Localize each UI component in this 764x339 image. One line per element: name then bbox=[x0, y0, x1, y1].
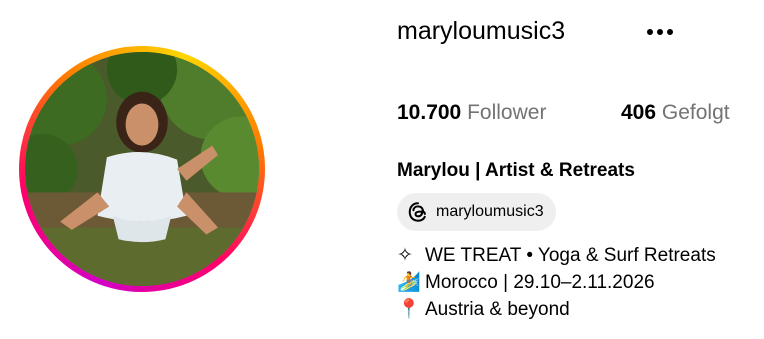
pin-icon: 📍 bbox=[397, 299, 421, 320]
more-dot-icon bbox=[667, 29, 673, 35]
bio-text: Austria & beyond bbox=[425, 299, 570, 320]
display-name: Marylou | Artist & Retreats bbox=[397, 160, 635, 181]
following-stat[interactable]: 406 Gefolgt bbox=[621, 99, 730, 127]
following-label: Gefolgt bbox=[661, 101, 730, 124]
username: maryloumusic3 bbox=[397, 17, 566, 45]
bio: ✧ WE TREAT • Yoga & Surf Retreats 🏄 Moro… bbox=[397, 242, 716, 323]
surfer-icon: 🏄 bbox=[397, 272, 421, 293]
threads-handle: maryloumusic3 bbox=[436, 203, 544, 220]
followers-stat[interactable]: 10.700 Follower bbox=[397, 99, 546, 127]
threads-link[interactable]: maryloumusic3 bbox=[397, 193, 556, 231]
more-dot-icon bbox=[657, 29, 663, 35]
more-options-button[interactable] bbox=[643, 17, 683, 45]
bio-line-1: ✧ WE TREAT • Yoga & Surf Retreats bbox=[397, 242, 716, 269]
threads-icon bbox=[408, 202, 426, 222]
avatar-photo bbox=[25, 52, 259, 286]
more-dot-icon bbox=[647, 29, 653, 35]
bio-line-3: 📍 Austria & beyond bbox=[397, 296, 716, 323]
avatar[interactable] bbox=[25, 52, 259, 286]
bio-text: Morocco | 29.10–2.11.2026 bbox=[425, 272, 655, 293]
followers-count: 10.700 bbox=[397, 101, 462, 124]
sparkle-icon: ✧ bbox=[397, 245, 413, 266]
bio-line-2: 🏄 Morocco | 29.10–2.11.2026 bbox=[397, 269, 716, 296]
avatar-story-ring[interactable] bbox=[19, 46, 265, 292]
following-count: 406 bbox=[621, 101, 657, 124]
bio-text: WE TREAT • Yoga & Surf Retreats bbox=[425, 245, 716, 266]
followers-label: Follower bbox=[467, 101, 547, 124]
